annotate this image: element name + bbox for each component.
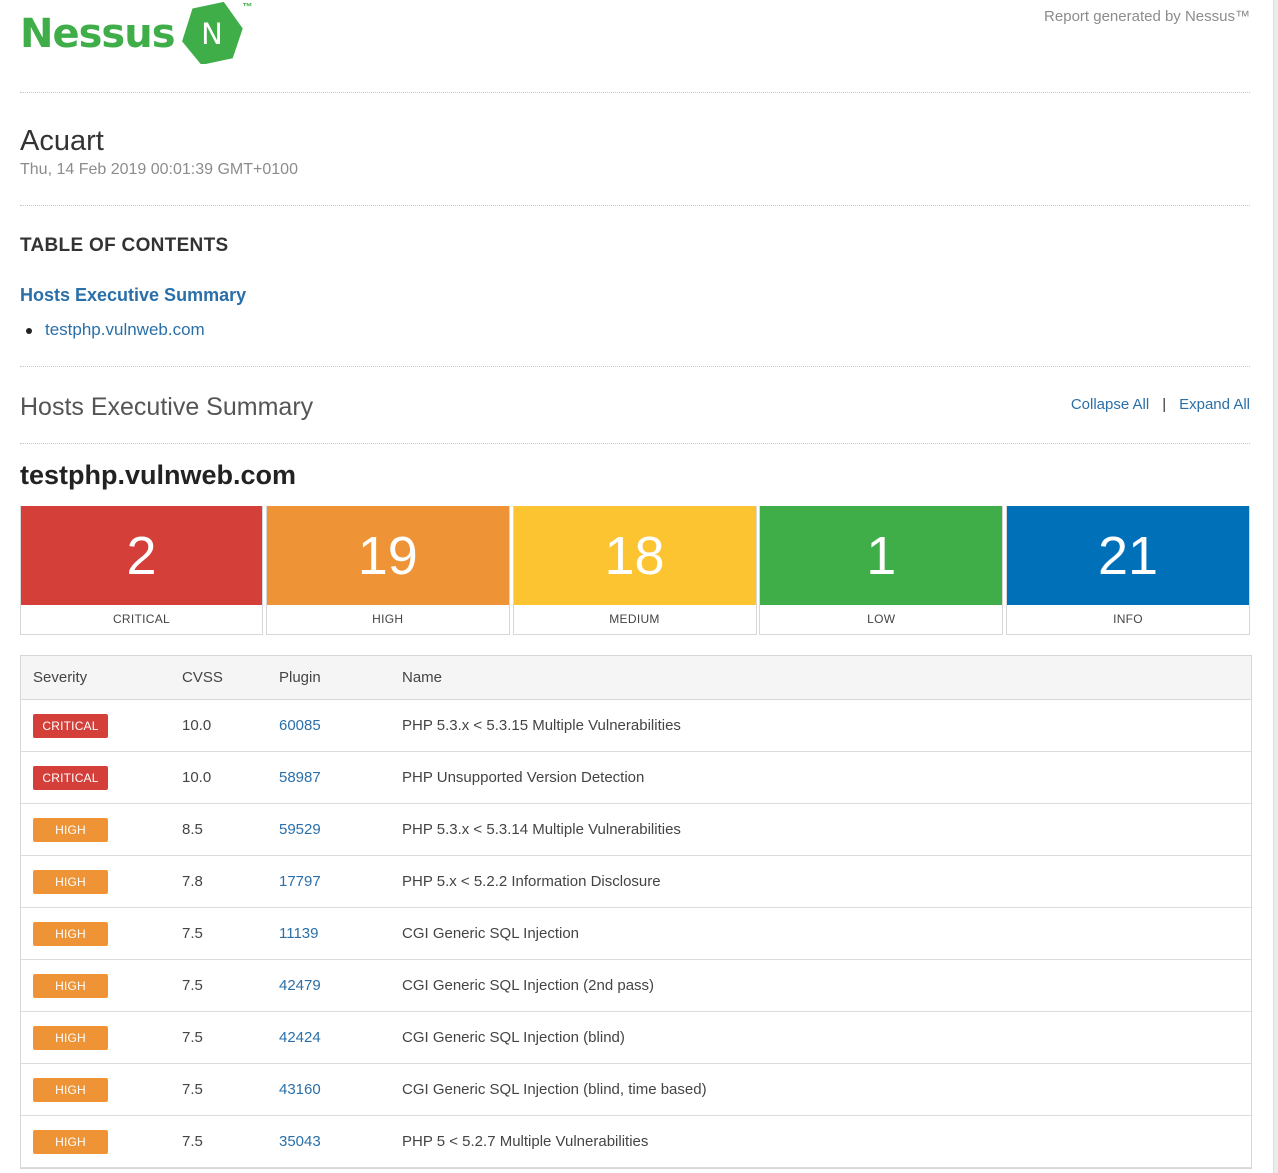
severity-badge: CRITICAL <box>33 765 108 790</box>
severity-counts: 2 CRITICAL 19 HIGH 18 MEDIUM 1 LOW 21 IN… <box>20 506 1250 636</box>
expand-all-link[interactable]: Expand All <box>1179 396 1250 413</box>
section-header: Hosts Executive Summary Collapse All | Exp… <box>20 367 1250 444</box>
logo-hex-icon: N ™ <box>181 2 253 64</box>
plugin-link[interactable]: 43160 <box>279 1081 321 1098</box>
plugin-link[interactable]: 35043 <box>279 1133 321 1150</box>
severity-badge: HIGH <box>33 1077 108 1102</box>
cvss-cell: 10.0 <box>182 717 212 734</box>
host-title[interactable]: testphp.vulnweb.com <box>20 444 1250 506</box>
cvss-cell: 10.0 <box>182 769 212 786</box>
report-title: Acuart <box>20 125 104 157</box>
cvss-cell: 7.5 <box>182 1081 203 1098</box>
vuln-name-cell: CGI Generic SQL Injection (blind) <box>402 1029 625 1046</box>
nessus-logo: Nessus N ™ <box>20 2 253 66</box>
generated-by-text: Report generated by Nessus™ <box>1044 8 1250 25</box>
count-low-label: LOW <box>867 612 896 626</box>
header-cvss[interactable]: CVSS <box>182 669 279 686</box>
toc-host-item[interactable]: testphp.vulnweb.com <box>26 320 205 340</box>
table-row: HIGH 7.5 43160 CGI Generic SQL Injection… <box>21 1064 1251 1116</box>
count-info-value: 21 <box>1007 506 1249 605</box>
plugin-link[interactable]: 59529 <box>279 821 321 838</box>
toc-heading: TABLE OF CONTENTS <box>20 235 229 256</box>
count-critical-value: 2 <box>21 506 262 605</box>
cvss-cell: 8.5 <box>182 821 203 838</box>
plugin-link[interactable]: 58987 <box>279 769 321 786</box>
vulnerability-table: Severity CVSS Plugin Name CRITICAL 10.0 … <box>20 655 1252 1169</box>
header-name[interactable]: Name <box>402 669 1251 686</box>
vuln-name-cell: CGI Generic SQL Injection (blind, time b… <box>402 1081 707 1098</box>
cvss-cell: 7.5 <box>182 1029 203 1046</box>
table-row: CRITICAL 10.0 60085 PHP 5.3.x < 5.3.15 M… <box>21 700 1251 752</box>
actions-separator: | <box>1162 396 1167 413</box>
severity-badge: CRITICAL <box>33 713 108 738</box>
vuln-name-cell: PHP Unsupported Version Detection <box>402 769 645 786</box>
bullet-icon <box>26 328 32 334</box>
vuln-name-cell: PHP 5.x < 5.2.2 Information Disclosure <box>402 873 661 890</box>
table-row: CRITICAL 10.0 58987 PHP Unsupported Vers… <box>21 752 1251 804</box>
toc-link-hosts-executive-summary[interactable]: Hosts Executive Summary <box>20 285 246 306</box>
count-low: 1 LOW <box>759 506 1004 635</box>
table-row: HIGH 7.8 17797 PHP 5.x < 5.2.2 Informati… <box>21 856 1251 908</box>
logo-trademark: ™ <box>242 2 253 13</box>
plugin-link[interactable]: 17797 <box>279 873 321 890</box>
table-row: HIGH 7.5 42479 CGI Generic SQL Injection… <box>21 960 1251 1012</box>
table-row: HIGH 8.5 59529 PHP 5.3.x < 5.3.14 Multip… <box>21 804 1251 856</box>
count-medium-label: MEDIUM <box>609 612 660 626</box>
logo-text: Nessus <box>20 11 176 57</box>
plugin-link[interactable]: 42424 <box>279 1029 321 1046</box>
plugin-link[interactable]: 42479 <box>279 977 321 994</box>
collapse-all-link[interactable]: Collapse All <box>1071 396 1149 413</box>
count-info-label: INFO <box>1113 612 1143 626</box>
vuln-name-cell: CGI Generic SQL Injection (2nd pass) <box>402 977 655 994</box>
logo-letter: N <box>201 17 223 51</box>
count-medium: 18 MEDIUM <box>512 506 757 635</box>
count-info: 21 INFO <box>1006 506 1250 635</box>
cvss-cell: 7.8 <box>182 873 203 890</box>
toc-host-link[interactable]: testphp.vulnweb.com <box>45 320 205 339</box>
header-plugin[interactable]: Plugin <box>279 669 402 686</box>
table-row: HIGH 7.5 11139 CGI Generic SQL Injection <box>21 908 1251 960</box>
vuln-name-cell: PHP 5 < 5.2.7 Multiple Vulnerabilities <box>402 1133 649 1150</box>
count-critical: 2 CRITICAL <box>20 506 263 635</box>
scrollbar-edge[interactable] <box>1273 0 1278 1173</box>
toc-host-list: testphp.vulnweb.com <box>26 320 205 340</box>
cvss-cell: 7.5 <box>182 977 203 994</box>
vuln-name-cell: PHP 5.3.x < 5.3.14 Multiple Vulnerabilit… <box>402 821 681 838</box>
plugin-link[interactable]: 60085 <box>279 717 321 734</box>
report-header: Nessus N ™ Report generated by Nessus™ <box>20 0 1250 93</box>
count-high-label: HIGH <box>372 612 404 626</box>
vuln-name-cell: PHP 5.3.x < 5.3.15 Multiple Vulnerabilit… <box>402 717 681 734</box>
count-medium-value: 18 <box>513 506 756 605</box>
header-severity[interactable]: Severity <box>21 669 182 686</box>
severity-badge: HIGH <box>33 921 108 946</box>
report-page: Nessus N ™ Report generated by Nessus™ A… <box>20 0 1252 1169</box>
cvss-cell: 7.5 <box>182 1133 203 1150</box>
section-actions: Collapse All | Expand All <box>1071 396 1250 413</box>
severity-badge: HIGH <box>33 869 108 894</box>
severity-badge: HIGH <box>33 817 108 842</box>
table-of-contents: TABLE OF CONTENTS Hosts Executive Summar… <box>20 206 1250 367</box>
report-date: Thu, 14 Feb 2019 00:01:39 GMT+0100 <box>20 161 298 178</box>
vuln-name-cell: CGI Generic SQL Injection <box>402 925 580 942</box>
plugin-link[interactable]: 11139 <box>279 925 319 942</box>
table-header-row: Severity CVSS Plugin Name <box>21 656 1251 700</box>
severity-badge: HIGH <box>33 973 108 998</box>
count-high-value: 19 <box>266 506 509 605</box>
severity-badge: HIGH <box>33 1025 108 1050</box>
count-low-value: 1 <box>760 506 1003 605</box>
table-row: HIGH 7.5 42424 CGI Generic SQL Injection… <box>21 1012 1251 1064</box>
cvss-cell: 7.5 <box>182 925 203 942</box>
count-high: 19 HIGH <box>265 506 510 635</box>
severity-badge: HIGH <box>33 1129 108 1154</box>
table-row: HIGH 7.5 35043 PHP 5 < 5.2.7 Multiple Vu… <box>21 1116 1251 1168</box>
count-critical-label: CRITICAL <box>112 612 171 626</box>
section-title: Hosts Executive Summary <box>20 393 314 421</box>
report-title-block: Acuart Thu, 14 Feb 2019 00:01:39 GMT+010… <box>20 93 1250 206</box>
